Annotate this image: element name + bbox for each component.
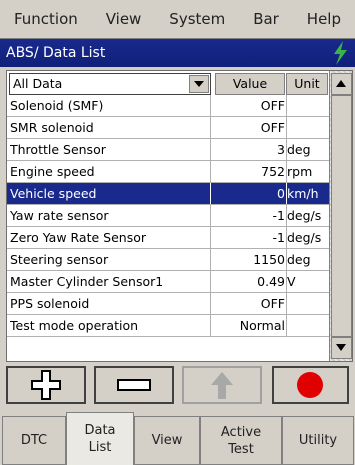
column-divider [210,117,211,138]
row-name: Yaw rate sensor [10,208,109,223]
column-divider [210,161,211,182]
chevron-down-icon[interactable] [189,75,209,93]
table-row[interactable]: Vehicle speed 0 km/h [7,183,329,205]
bottom-tabs: DTC Data List View Active Test Utility [0,412,355,465]
menu-system[interactable]: System [165,10,229,28]
tab-active-test[interactable]: Active Test [200,416,282,465]
table-row[interactable]: Master Cylinder Sensor1 0.49 V [7,271,329,293]
column-divider [286,293,287,314]
record-icon [297,372,323,398]
row-name: Throttle Sensor [10,142,106,157]
column-divider [210,249,211,270]
tab-dtc[interactable]: DTC [2,416,66,465]
data-filter-dropdown[interactable]: All Data [9,73,211,95]
row-value: OFF [260,120,285,135]
title-bar: ABS/ Data List [0,39,355,67]
minus-icon [117,379,151,391]
column-divider [210,271,211,292]
remove-button[interactable] [94,366,174,404]
column-header-value[interactable]: Value [215,73,285,95]
tab-data-list[interactable]: Data List [66,412,134,465]
column-header-unit[interactable]: Unit [286,73,328,95]
column-divider [210,227,211,248]
data-list-grid: All Data Value Unit Solenoid (SMF) OFF SMR… [6,70,353,362]
row-name: SMR solenoid [10,120,94,135]
table-row[interactable]: Zero Yaw Rate Sensor -1 deg/s [7,227,329,249]
row-name: Engine speed [10,164,95,179]
tab-utility[interactable]: Utility [282,416,354,465]
table-row[interactable]: Engine speed 752 rpm [7,161,329,183]
row-unit: rpm [287,164,313,179]
row-name: Master Cylinder Sensor1 [10,274,164,289]
action-bar [0,366,355,408]
column-divider [286,95,287,116]
table-row[interactable]: Throttle Sensor 3 deg [7,139,329,161]
row-name: Solenoid (SMF) [10,98,104,113]
table-row[interactable]: Solenoid (SMF) OFF [7,95,329,117]
menu-help[interactable]: Help [303,10,345,28]
up-arrow-icon [211,372,233,399]
lightning-icon [334,41,347,65]
column-divider [210,205,211,226]
column-divider [286,117,287,138]
scroll-up-button[interactable] [331,73,352,95]
row-value: OFF [260,98,285,113]
vertical-scrollbar[interactable] [329,71,352,361]
record-button[interactable] [272,366,349,404]
row-value: 1150 [253,252,285,267]
column-divider [286,315,287,336]
tab-view[interactable]: View [134,416,200,465]
data-filter-value: All Data [13,76,63,91]
window-title: ABS/ Data List [6,45,106,61]
row-name: Steering sensor [10,252,109,267]
scan-tool-screen: Function View System Bar Help ABS/ Data … [0,0,355,465]
row-value: 752 [261,164,285,179]
row-unit: deg [287,142,311,157]
row-unit: deg [287,252,311,267]
row-value: 3 [277,142,285,157]
column-divider [210,315,211,336]
data-rows: Solenoid (SMF) OFF SMR solenoid OFF Throttle… [7,95,329,337]
menu-bar-item[interactable]: Bar [249,10,283,28]
column-divider [210,183,211,204]
scroll-thumb[interactable] [331,95,352,337]
row-unit: V [287,274,296,289]
row-value: -1 [272,208,285,223]
table-row[interactable]: SMR solenoid OFF [7,117,329,139]
menu-view[interactable]: View [102,10,146,28]
row-name: Vehicle speed [10,186,97,201]
row-name: PPS solenoid [10,296,90,311]
column-divider [210,139,211,160]
row-value: OFF [260,296,285,311]
row-value: 0 [277,186,285,201]
row-value: Normal [239,318,285,333]
menu-function[interactable]: Function [10,10,82,28]
column-divider [210,95,211,116]
table-row[interactable]: Test mode operation Normal [7,315,329,337]
scroll-down-button[interactable] [331,337,352,359]
row-unit: km/h [287,186,319,201]
table-row[interactable]: Yaw rate sensor -1 deg/s [7,205,329,227]
plus-icon [31,370,61,400]
add-button[interactable] [6,366,86,404]
menu-bar: Function View System Bar Help [0,0,355,39]
column-divider [210,293,211,314]
row-unit: deg/s [287,208,322,223]
table-row[interactable]: Steering sensor 1150 deg [7,249,329,271]
row-name: Test mode operation [10,318,139,333]
row-name: Zero Yaw Rate Sensor [10,230,146,245]
row-value: -1 [272,230,285,245]
row-unit: deg/s [287,230,322,245]
move-up-button[interactable] [182,366,262,404]
row-value: 0.49 [257,274,285,289]
table-row[interactable]: PPS solenoid OFF [7,293,329,315]
